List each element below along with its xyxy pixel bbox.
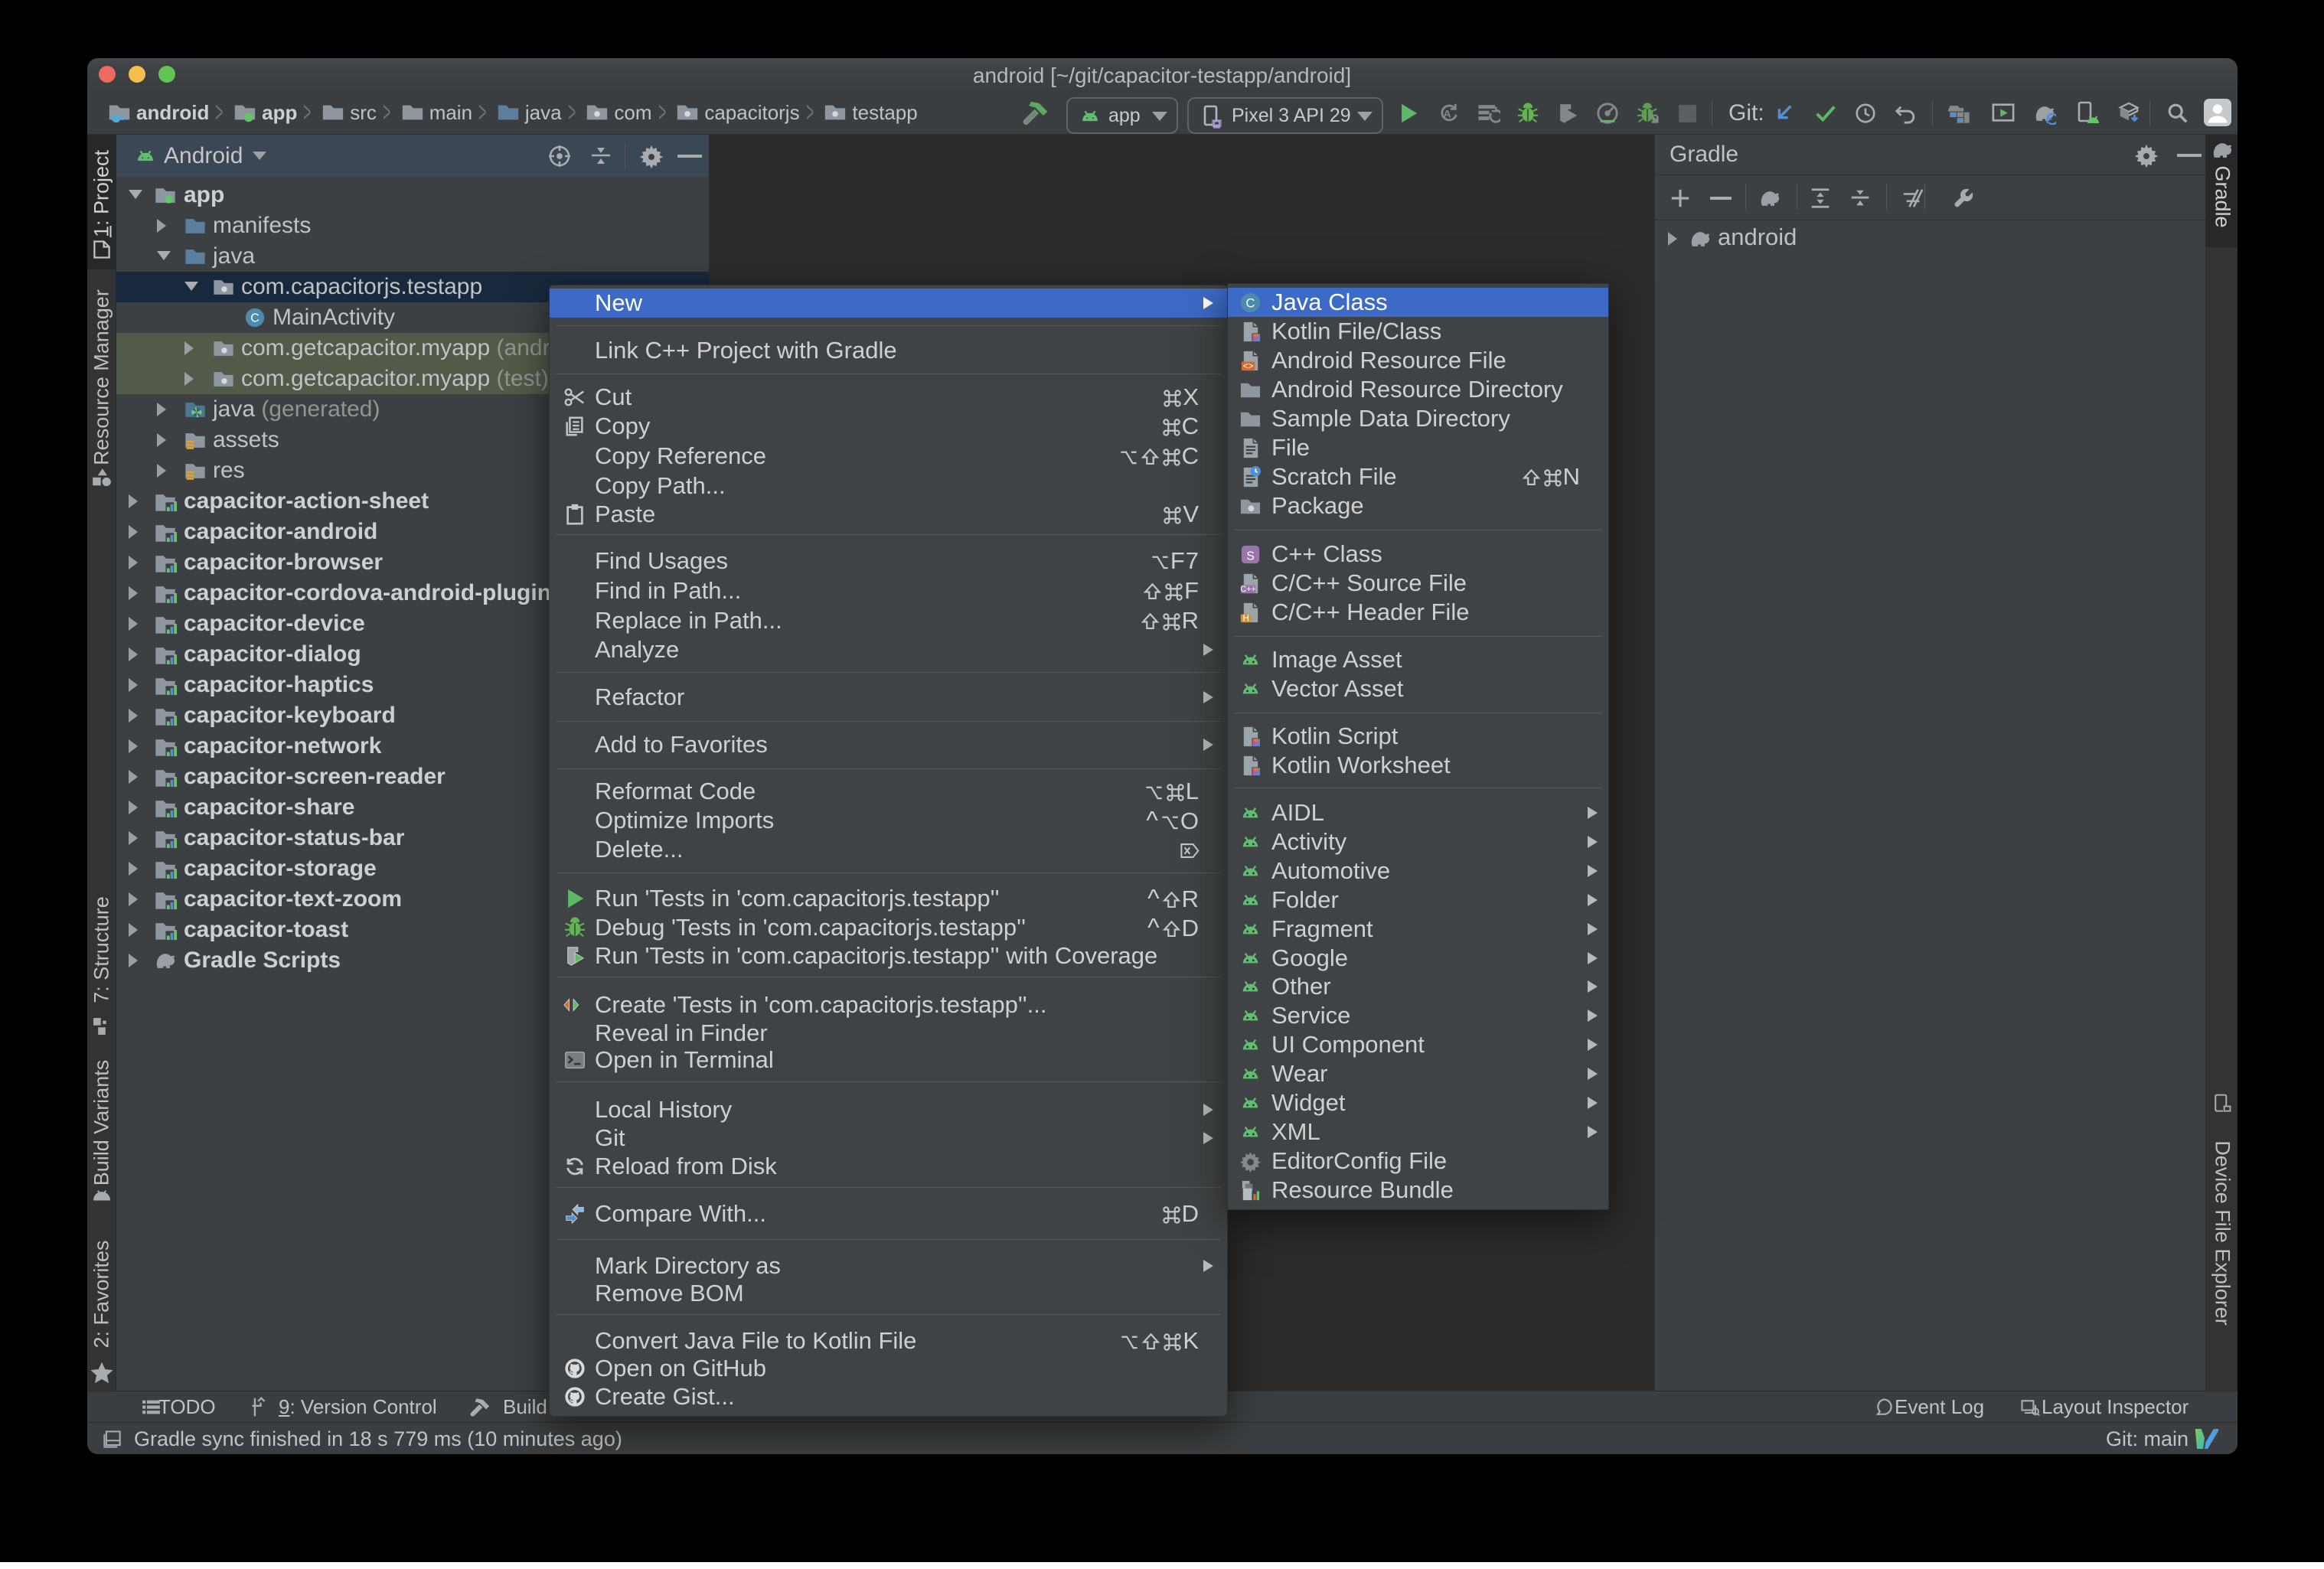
svg-text:C++: C++ [1241, 585, 1256, 594]
svg-text:S: S [1246, 550, 1254, 563]
svg-text:A: A [1443, 108, 1451, 120]
svg-text:<>: <> [1243, 361, 1254, 371]
svg-text:C: C [1246, 296, 1255, 310]
svg-text:C: C [250, 312, 259, 325]
svg-text:H: H [1242, 614, 1248, 624]
